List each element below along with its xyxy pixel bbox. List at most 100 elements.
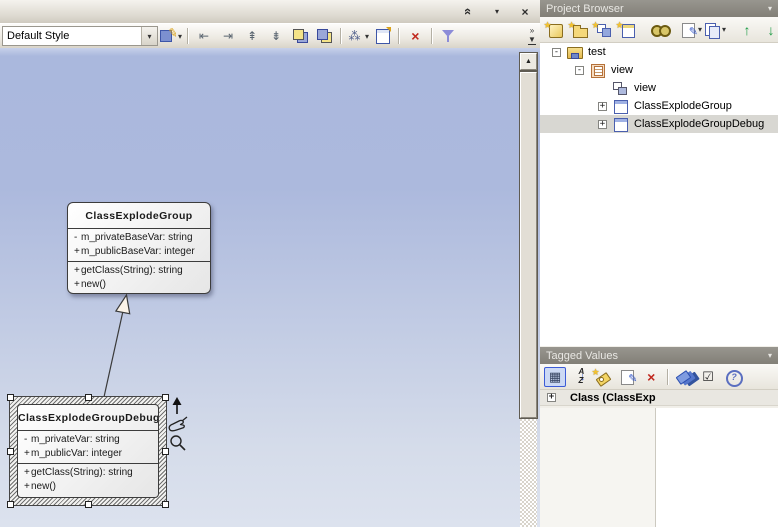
tag-options-button[interactable]: ☑ (697, 367, 719, 387)
tree-item-view-package[interactable]: -view (540, 61, 778, 79)
resize-handle-w[interactable] (7, 448, 14, 455)
properties-icon (374, 28, 391, 44)
help-button[interactable] (721, 367, 743, 387)
panel-menu-icon[interactable]: ▾ (768, 4, 772, 13)
tagged-values-root-row[interactable]: + Class (ClassExp (540, 390, 778, 406)
tree-item-classexplodegroup[interactable]: + ClassExplodeGroup (540, 97, 778, 115)
tags-icon (676, 369, 693, 385)
panel-menu-icon[interactable]: ▾ (768, 351, 772, 360)
help-icon (724, 369, 741, 385)
member-row: -m_privateBaseVar: string (68, 231, 210, 245)
expand-expander-icon[interactable]: + (598, 102, 607, 111)
collapse-expander-icon[interactable]: - (575, 66, 584, 75)
filter-button[interactable] (437, 26, 459, 46)
new-element-icon: ★ (619, 22, 636, 38)
diagram-caption-strip: « ▾ × (0, 0, 540, 24)
member-row: +new() (68, 278, 210, 292)
edit-tag-button[interactable] (616, 367, 638, 387)
canvas-vertical-scrollbar[interactable]: ▲ (520, 53, 537, 527)
tagged-values-grid[interactable] (540, 408, 778, 527)
chevron-down-icon[interactable]: ▾ (698, 25, 702, 34)
selection-frame[interactable]: ClassExplodeGroupDebug -m_privateVar: st… (9, 396, 167, 506)
scroll-up-button[interactable]: ▲ (520, 53, 537, 70)
chevron-right-double-icon: » (530, 26, 534, 35)
chevron-down-icon[interactable]: ▾ (365, 32, 369, 41)
tree-item-label: ClassExplodeGroup (634, 100, 732, 112)
align-bottom-icon: ⇟ (268, 28, 285, 44)
new-element-button[interactable]: ★ (616, 20, 638, 40)
align-left-button[interactable]: ⇤ (193, 26, 215, 46)
close-button[interactable]: × (514, 2, 536, 21)
column-divider[interactable] (655, 408, 656, 527)
tree-item-view-diagram[interactable]: +view (540, 79, 778, 97)
diagram-canvas[interactable]: ClassExplodeGroup -m_privateBaseVar: str… (0, 48, 540, 527)
resize-handle-n[interactable] (85, 394, 92, 401)
align-right-button[interactable]: ⇥ (217, 26, 239, 46)
send-to-back-icon (316, 28, 333, 44)
new-model-icon: ★ (547, 22, 564, 38)
style-combo[interactable]: Default Style▾ (2, 26, 158, 46)
member-text: m_privateBaseVar: string (81, 231, 210, 245)
new-model-button[interactable]: ★ (544, 20, 566, 40)
star-badge-icon: ★ (616, 17, 624, 33)
hierarchy-button[interactable]: ⁂▾ (346, 26, 369, 46)
resize-handle-sw[interactable] (7, 501, 14, 508)
delete-tag-button[interactable]: × (640, 367, 662, 387)
panel-title: Tagged Values (546, 350, 768, 362)
find-in-browser-button[interactable] (648, 20, 670, 40)
toolbar-separator (398, 28, 399, 44)
class-box-classexplodegroupdebug[interactable]: ClassExplodeGroupDebug -m_privateVar: st… (17, 404, 159, 498)
show-grouped-button[interactable]: ▦ (544, 367, 566, 387)
toolbar-menu-button[interactable]: ▾ (486, 2, 508, 21)
class-icon (613, 100, 628, 113)
class-operations: +getClass(String): string+new() (18, 463, 158, 496)
sort-az-button[interactable]: ↓ (568, 367, 590, 387)
new-tag-button[interactable]: ★ (592, 367, 614, 387)
edit-button[interactable]: ▾ (680, 20, 702, 40)
move-up-icon: ↑ (739, 22, 756, 38)
expand-expander-icon[interactable]: + (598, 120, 607, 129)
copy-button[interactable]: ▾ (704, 20, 726, 40)
new-package-icon: ★ (571, 22, 588, 38)
chevron-down-icon[interactable]: ▾ (722, 25, 726, 34)
panel-title: Project Browser (546, 3, 768, 15)
delete-button[interactable]: × (404, 26, 426, 46)
resize-handle-nw[interactable] (7, 394, 14, 401)
bring-to-front-icon (292, 28, 309, 44)
save-style-button[interactable]: ▾ (159, 26, 182, 46)
bring-to-front-button[interactable] (289, 26, 311, 46)
collapse-expander-icon[interactable]: - (552, 48, 561, 57)
new-diagram-button[interactable]: ★ (592, 20, 614, 40)
align-top-button[interactable]: ⇞ (241, 26, 263, 46)
visibility-marker: + (68, 264, 81, 278)
send-to-back-button[interactable] (313, 26, 335, 46)
expander-icon[interactable]: + (547, 393, 556, 402)
tags-button[interactable] (673, 367, 695, 387)
tagged-values-caption[interactable]: Tagged Values ▾ (540, 347, 778, 364)
toolbar-options-icon: ▼ (528, 35, 536, 45)
star-badge-icon: ★ (592, 364, 600, 380)
move-down-button[interactable]: ↓ (760, 20, 778, 40)
delete-tag-icon: × (643, 369, 660, 385)
sort-az-icon: ↓ (571, 369, 588, 385)
project-browser-caption[interactable]: Project Browser ▾ (540, 0, 778, 17)
chevron-down-icon[interactable]: ▾ (178, 32, 182, 41)
tree-item-test[interactable]: -test (540, 43, 778, 61)
toolbar-overflow-button[interactable]: » ▼ (525, 26, 539, 46)
member-text: m_privateVar: string (31, 433, 158, 447)
tree-item-classexplodegroupdebug[interactable]: +ClassExplodeGroupDebug (540, 115, 778, 133)
move-up-button[interactable]: ↑ (736, 20, 758, 40)
resize-handle-ne[interactable] (162, 394, 169, 401)
properties-button[interactable] (371, 26, 393, 46)
scrollbar-thumb[interactable] (520, 72, 537, 418)
resize-handle-se[interactable] (162, 501, 169, 508)
class-box-classexplodegroup[interactable]: ClassExplodeGroup -m_privateBaseVar: str… (67, 202, 211, 294)
new-package-button[interactable]: ★ (568, 20, 590, 40)
align-bottom-button[interactable]: ⇟ (265, 26, 287, 46)
resize-handle-s[interactable] (85, 501, 92, 508)
collapse-toolbar-button[interactable]: « (458, 2, 480, 21)
toolbar-separator (431, 28, 432, 44)
chevron-down-icon[interactable]: ▾ (141, 27, 157, 45)
resize-handle-e[interactable] (162, 448, 169, 455)
star-badge-icon: ★ (592, 17, 600, 33)
